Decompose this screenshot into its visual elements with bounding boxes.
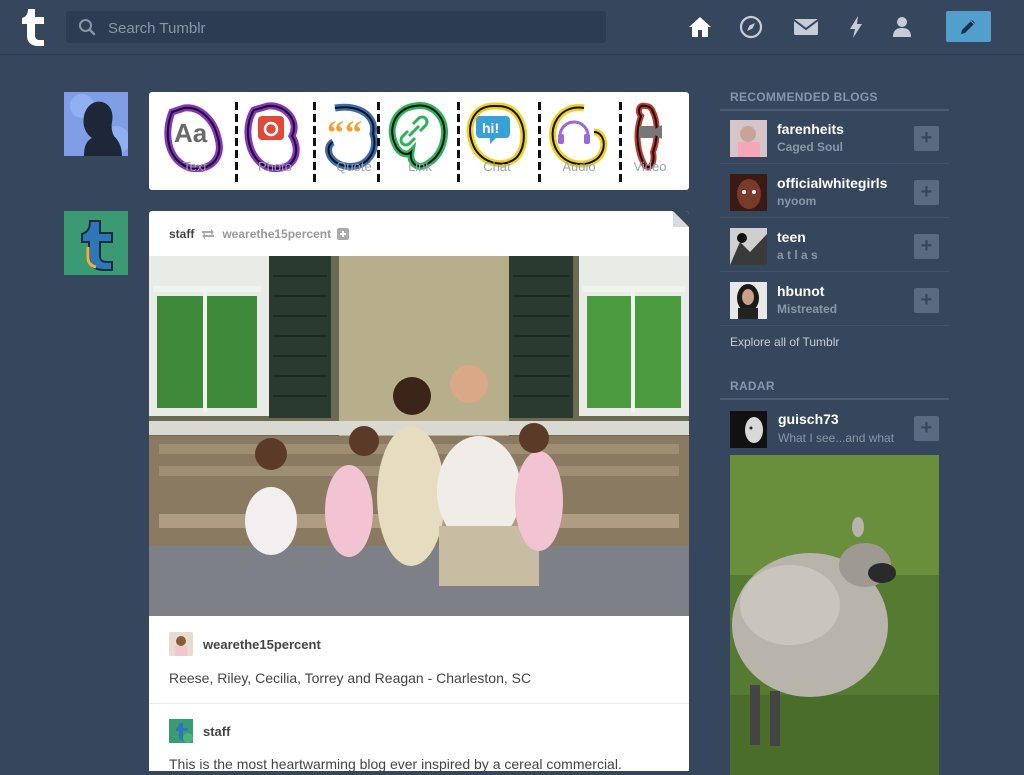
- reblog-user: staff: [169, 718, 230, 744]
- radar-heading: RADAR: [730, 379, 775, 393]
- separator: [377, 102, 380, 182]
- search-box: [66, 11, 606, 45]
- follow-button[interactable]: +: [914, 416, 939, 441]
- recommended-blogs-heading: RECOMMENDED BLOGS: [730, 90, 878, 104]
- mail-icon[interactable]: [792, 13, 820, 41]
- post-type-photo[interactable]: Photo: [240, 102, 310, 180]
- post-body-text: This is the most heartwarming blog ever …: [169, 756, 622, 771]
- post-type-photo-label: Photo: [258, 159, 292, 174]
- hbunot-avatar[interactable]: [730, 282, 767, 319]
- blog-title: Caged Soul: [777, 140, 844, 154]
- follow-plus-icon[interactable]: [337, 228, 350, 240]
- post-type-selector: Aa Text Photo “ “ Quote Link hi! Chat Au…: [149, 92, 689, 190]
- reblog-user-link[interactable]: staff: [203, 724, 230, 739]
- post-corner-fold: [673, 211, 689, 227]
- tumblr-logo-icon[interactable]: [18, 7, 48, 47]
- separator: [457, 102, 460, 182]
- dashboard-post: staff wearethe15percent wearethe15percen…: [149, 211, 689, 771]
- post-photo[interactable]: [149, 256, 689, 616]
- recommended-blog-row[interactable]: officialwhitegirls nyoom +: [720, 165, 949, 218]
- wearethe15percent-avatar[interactable]: [169, 632, 193, 656]
- pencil-icon: [961, 20, 975, 34]
- svg-text:“: “: [327, 115, 344, 152]
- activity-lightning-icon[interactable]: [842, 13, 870, 41]
- blog-name[interactable]: hbunot: [777, 283, 824, 299]
- post-author-link[interactable]: staff: [169, 227, 194, 241]
- post-type-text-label: Text: [183, 159, 207, 174]
- blog-title: What I see...and what: [778, 431, 895, 445]
- svg-text:Aa: Aa: [174, 118, 208, 148]
- divider: [720, 398, 949, 400]
- reblog-icon: [202, 229, 215, 239]
- post-type-video-label: Video: [633, 159, 667, 174]
- separator: [313, 102, 316, 182]
- sheep-photo: [730, 455, 939, 775]
- post-type-link-label: Link: [408, 159, 432, 174]
- post-type-chat[interactable]: hi! Chat: [462, 102, 532, 180]
- account-icon[interactable]: [888, 13, 916, 41]
- separator: [235, 102, 238, 182]
- post-type-link[interactable]: Link: [385, 102, 455, 180]
- recommended-blog-row[interactable]: farenheits Caged Soul +: [720, 111, 949, 164]
- compose-post-button[interactable]: [946, 11, 991, 42]
- family-on-bench-photo: [149, 256, 689, 616]
- blog-name[interactable]: officialwhitegirls: [777, 175, 887, 191]
- blog-name[interactable]: guisch73: [778, 411, 839, 427]
- divider: [149, 703, 689, 704]
- radar-blog-row[interactable]: guisch73 What I see...and what +: [720, 407, 949, 448]
- svg-text:“: “: [345, 115, 362, 152]
- caption-user: wearethe15percent: [169, 631, 321, 657]
- follow-button[interactable]: +: [914, 180, 939, 205]
- search-icon: [79, 19, 96, 36]
- staff-tumblr-logo-icon: [81, 220, 113, 271]
- blog-title: nyoom: [777, 194, 817, 208]
- post-type-text[interactable]: Aa Text: [160, 102, 230, 180]
- staff-mini-avatar[interactable]: [169, 719, 193, 743]
- post-type-chat-label: Chat: [483, 159, 511, 174]
- blog-title: Mistreated: [777, 302, 838, 316]
- guisch73-avatar[interactable]: [730, 411, 767, 448]
- default-avatar-silhouette-icon: [64, 92, 128, 156]
- reblogged-from-link[interactable]: wearethe15percent: [222, 227, 331, 241]
- officialwhitegirls-avatar[interactable]: [730, 174, 767, 211]
- separator: [538, 102, 541, 182]
- radar-post-photo[interactable]: [730, 455, 939, 775]
- blog-name[interactable]: teen: [777, 229, 806, 245]
- top-navigation: [0, 0, 1024, 55]
- post-caption: Reese, Riley, Cecilia, Torrey and Reagan…: [169, 670, 532, 686]
- post-type-video[interactable]: Video: [615, 102, 685, 180]
- home-icon[interactable]: [686, 13, 714, 41]
- user-avatar[interactable]: [64, 92, 128, 156]
- svg-text:hi!: hi!: [482, 120, 499, 136]
- caption-user-link[interactable]: wearethe15percent: [203, 637, 321, 652]
- farenheits-avatar[interactable]: [730, 120, 767, 157]
- teen-avatar[interactable]: [730, 228, 767, 265]
- search-input[interactable]: [106, 11, 590, 45]
- explore-all-link[interactable]: Explore all of Tumblr: [730, 335, 839, 349]
- staff-avatar[interactable]: [64, 211, 128, 275]
- blog-name[interactable]: farenheits: [777, 121, 844, 137]
- blog-title: a t l a s: [777, 248, 818, 262]
- post-type-audio-label: Audio: [562, 159, 596, 174]
- recommended-blog-row[interactable]: hbunot Mistreated +: [720, 273, 949, 326]
- explore-compass-icon[interactable]: [737, 13, 765, 41]
- recommended-blog-row[interactable]: teen a t l a s +: [720, 219, 949, 272]
- follow-button[interactable]: +: [914, 126, 939, 151]
- follow-button[interactable]: +: [914, 234, 939, 259]
- post-header: staff wearethe15percent: [169, 226, 350, 242]
- post-type-audio[interactable]: Audio: [544, 102, 614, 180]
- follow-button[interactable]: +: [914, 288, 939, 313]
